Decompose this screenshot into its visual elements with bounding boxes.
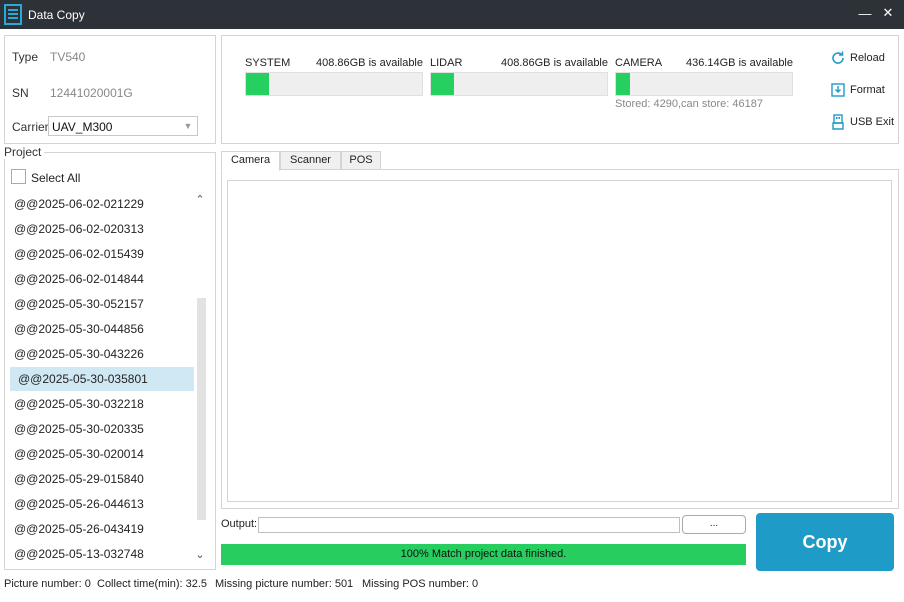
window-title: Data Copy [28,8,85,22]
storage-fill-lidar [431,73,454,95]
storage-name-lidar: LIDAR [430,57,463,69]
browse-button[interactable]: ... [682,515,746,534]
camera-data-area [227,180,892,502]
project-legend: Project [4,145,45,159]
type-value: TV540 [50,50,86,64]
storage-bar-camera [615,72,793,96]
carrier-select[interactable]: UAV_M300 ▼ [48,116,198,136]
project-list: @@2025-06-02-021229 @@2025-06-02-020313 @@… [10,192,194,567]
project-list-item[interactable]: @@2025-05-30-035801 [10,367,194,391]
project-list-item[interactable]: @@2025-05-30-052157 [10,292,194,316]
usb-exit-label: USB Exit [850,116,895,128]
carrier-label: Carrier [12,120,49,134]
reload-label: Reload [850,52,885,64]
match-progress-bar: 100% Match project data finished. [221,544,746,565]
output-path-input[interactable] [258,517,680,533]
copy-button[interactable]: Copy [756,513,894,571]
select-all-checkbox[interactable] [11,169,26,184]
format-icon [831,83,845,97]
project-list-item[interactable]: @@2025-05-30-020014 [10,442,194,466]
storage-available-lidar: 408.86GB is available [500,57,608,69]
format-label: Format [850,84,885,96]
project-list-item[interactable]: @@2025-05-30-020335 [10,417,194,441]
usb-icon [832,114,844,130]
tab-scanner[interactable]: Scanner [280,151,341,170]
scroll-up-icon[interactable]: ⌃ [194,193,206,206]
project-list-item[interactable]: @@2025-05-30-043226 [10,342,194,366]
storage-fill-camera [616,73,630,95]
project-list-item[interactable]: @@2025-05-26-043419 [10,517,194,541]
app-icon [4,4,22,25]
project-list-item[interactable]: @@2025-05-30-032218 [10,392,194,416]
project-list-item[interactable]: @@2025-06-02-020313 [10,217,194,241]
storage-bar-system [245,72,423,96]
close-button[interactable]: ✕ [881,5,895,21]
storage-bar-lidar [430,72,608,96]
storage-name-system: SYSTEM [245,57,291,69]
scroll-down-icon[interactable]: ⌄ [194,548,206,561]
storage-available-camera: 436.14GB is available [685,57,793,69]
title-bar: Data Copy — ✕ [0,0,904,29]
carrier-value: UAV_M300 [52,120,113,134]
scrollbar-thumb[interactable] [197,298,206,520]
type-label: Type [12,50,39,64]
storage-available-system: 408.86GB is available [315,57,423,69]
chevron-down-icon[interactable]: ▼ [181,119,195,133]
tab-pos[interactable]: POS [341,151,381,170]
missing-pos-status: Missing POS number: 0 [362,578,479,590]
project-list-item[interactable]: @@2025-05-13-032748 [10,542,194,566]
project-list-item[interactable]: @@2025-06-02-014844 [10,267,194,291]
project-list-item[interactable]: @@2025-05-26-044613 [10,492,194,516]
stored-count-text: Stored: 4290,can store: 46187 [615,98,763,110]
tab-camera[interactable]: Camera [221,151,280,171]
progress-text: 100% Match project data finished. [400,548,567,560]
reload-icon [832,51,844,64]
project-list-item[interactable]: @@2025-06-02-015439 [10,242,194,266]
collect-time-status: Collect time(min): 32.5 [97,578,208,590]
tab-content-panel [221,169,899,509]
storage-name-camera: CAMERA [615,57,663,69]
storage-fill-system [246,73,269,95]
select-all-label[interactable]: Select All [31,171,80,185]
project-list-item[interactable]: @@2025-06-02-021229 [10,192,194,216]
sn-value: 12441020001G [50,86,133,100]
picture-number-status: Picture number: 0 [4,578,91,590]
sn-label: SN [12,86,29,100]
output-label: Output: [221,518,258,530]
project-list-item[interactable]: @@2025-05-30-044856 [10,317,194,341]
missing-picture-status: Missing picture number: 501 [215,578,354,590]
project-list-item[interactable]: @@2025-05-29-015840 [10,467,194,491]
minimize-button[interactable]: — [858,6,872,22]
